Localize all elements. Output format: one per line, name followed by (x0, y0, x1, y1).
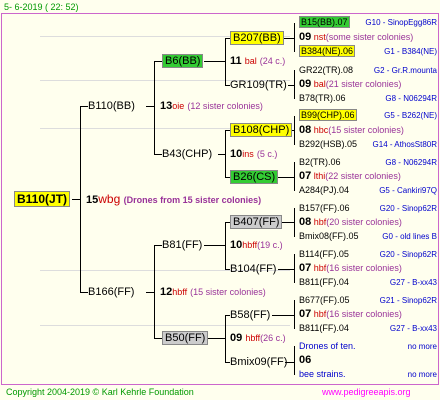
gen4-bottom-right: G0 - old lines B (382, 232, 437, 241)
gen4-top-right: G20 - Sinop62R (379, 250, 437, 259)
gen3-node[interactable]: GR109(TR) (230, 78, 287, 92)
gen2-drone-info: 09 hbff(26 c.) (230, 332, 286, 344)
gen3-node[interactable]: B108(CHP) (230, 123, 293, 137)
gen1-drone-info: 13oie (12 sister colonies) (160, 100, 263, 112)
gen4-top-right: G8 - N06294R (385, 158, 437, 167)
gen2-node[interactable]: B50(FF) (162, 331, 209, 345)
gen4-bottom-right: G8 - N06294R (385, 94, 437, 103)
gen4-bottom-right: G5 - Cankiri97Q (379, 186, 437, 195)
gen1-drone-info: 12hbff (15 sister colonies) (160, 286, 266, 298)
gen4-bottom-right: G27 - B-xx43 (389, 324, 437, 333)
tree-line (272, 315, 295, 316)
gen3-node[interactable]: Bmix09(FF) (230, 355, 287, 369)
tree-line (204, 245, 226, 246)
tree-line (204, 61, 226, 62)
gen4-top[interactable]: B2(TR).06 (299, 157, 341, 168)
tree-line (278, 177, 295, 178)
gen4-bottom[interactable]: Bmix08(FF).05 (299, 231, 359, 242)
gen4-bottom-right: G1 - B384(NE) (384, 47, 437, 56)
copyright-text: Copyright 2004-2019 © Karl Kehrle Founda… (6, 387, 194, 397)
gen4-top[interactable]: B114(FF).05 (299, 249, 349, 260)
tree-line (154, 61, 155, 154)
tree-line (72, 199, 81, 200)
tree-line (146, 106, 155, 107)
tree-line (80, 106, 88, 107)
tree-line (154, 154, 162, 155)
tree-line (80, 292, 88, 293)
gen4-top-right: G21 - Sinop62R (379, 296, 437, 305)
gen2-drone-info: 10ins (5 c.) (230, 148, 278, 160)
gen4-top[interactable]: B99(CHP).06 (299, 109, 357, 121)
gen4-top[interactable]: B15(BB).07 (299, 16, 350, 28)
gen4-top-right: G10 - SinopEgg86R (365, 18, 437, 27)
gen3-node[interactable]: B207(BB) (230, 31, 284, 45)
gen4-top[interactable]: B677(FF).05 (299, 295, 350, 306)
gen4-bottom[interactable]: bee strains. (299, 369, 346, 380)
tree-line (146, 292, 155, 293)
site-link[interactable]: www.pedigreeapis.org (322, 387, 411, 397)
gen2-node[interactable]: B6(BB) (162, 54, 204, 68)
gen2-node[interactable]: B81(FF) (162, 238, 202, 252)
root-queen[interactable]: B110(JT) (14, 191, 71, 207)
gen4-bottom[interactable]: B811(FF).04 (299, 277, 349, 288)
tree-line (154, 245, 162, 246)
gen4-top[interactable]: B157(FF).06 (299, 203, 350, 214)
gen4-top-right: G2 - Gr.R.mounta (373, 66, 437, 75)
gen4-top[interactable]: GR22(TR).08 (299, 65, 353, 76)
gen3-node[interactable]: B407(FF) (230, 215, 283, 229)
gen2-node[interactable]: B43(CHP) (162, 147, 212, 161)
gen4-bottom-right: no more (407, 370, 437, 379)
tree-line (154, 61, 162, 62)
gen4-bottom[interactable]: B292(HSB).05 (299, 139, 357, 150)
root-queen-label[interactable]: B110(JT) (14, 191, 71, 207)
tree-line (278, 269, 295, 270)
gen4-bottom-right: G14 - AthosSt80R (372, 140, 437, 149)
tree-line (288, 85, 295, 86)
tree-line (154, 338, 162, 339)
gen2-drone-info: 11 bal (24 c.) (230, 55, 286, 67)
gen4-bottom[interactable]: B384(NE).06 (299, 45, 356, 57)
tree-line (294, 346, 295, 375)
divider (40, 325, 290, 326)
gen4-bottom-right: G27 - B-xx43 (389, 278, 437, 287)
tree-line (218, 154, 226, 155)
gen4-top-right: no more (407, 342, 437, 351)
gen3-node[interactable]: B104(FF) (230, 262, 276, 276)
gen1-node[interactable]: B110(BB) (88, 99, 135, 113)
gen4-top[interactable]: Drones of ten. (299, 341, 356, 352)
gen4-bottom[interactable]: A284(PJ).04 (299, 185, 349, 196)
root-drone-info: 15wbg (Drones from 15 sister colonies) (86, 192, 262, 206)
date-header: 5- 6-2019 ( 22: 52) (4, 2, 79, 12)
gen3-node[interactable]: B58(FF) (230, 308, 270, 322)
gen2-drone-info: 10hbff(19 c.) (230, 239, 283, 251)
gen4-top-right: G5 - B262(NE) (384, 111, 437, 120)
gen4-top-right: G20 - Sinop62R (379, 204, 437, 213)
gen4-bottom[interactable]: B811(FF).04 (299, 323, 349, 334)
gen1-node[interactable]: B166(FF) (88, 285, 134, 299)
gen3-node[interactable]: B26(CS) (230, 170, 279, 184)
gen4-bottom[interactable]: B78(TR).06 (299, 93, 346, 104)
